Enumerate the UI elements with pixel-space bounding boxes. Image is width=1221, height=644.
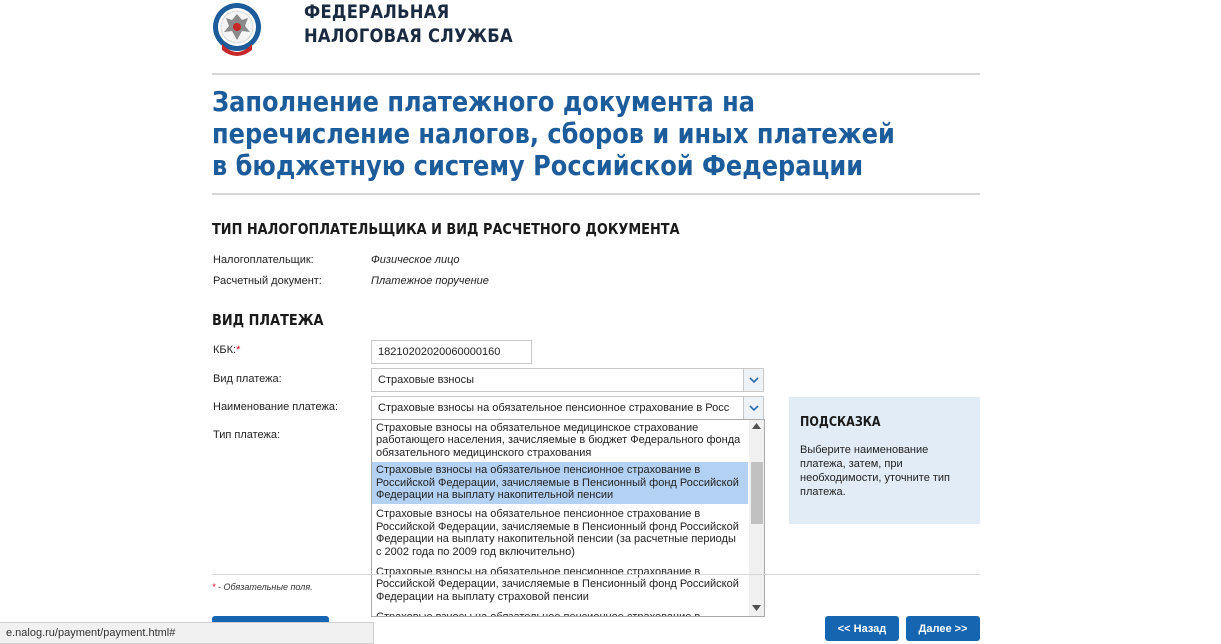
page-title: Заполнение платежного документа на переч… <box>212 85 895 182</box>
scroll-up-arrow-icon[interactable] <box>752 423 761 429</box>
dropdown-option[interactable]: Страховые взносы на обязательное пенсион… <box>372 561 748 606</box>
divider <box>212 193 980 195</box>
payer-value: Физическое лицо <box>371 254 460 266</box>
org-name: ФЕДЕРАЛЬНАЯ НАЛОГОВАЯ СЛУЖБА <box>304 0 513 48</box>
dropdown-option[interactable]: Страховые взносы на обязательное пенсион… <box>372 504 748 561</box>
payment-section-heading: ВИД ПЛАТЕЖА <box>212 311 324 329</box>
status-bar-url: e.nalog.ru/payment/payment.html# <box>0 622 374 644</box>
payment-kind-label: Тип платежа: <box>213 429 281 441</box>
payment-name-dropdown-button[interactable] <box>743 396 764 420</box>
kbk-label: КБК:* <box>213 344 240 356</box>
payment-type-dropdown-button[interactable] <box>743 368 764 392</box>
kbk-input[interactable]: 18210202020060000160 <box>371 340 532 364</box>
taxpayer-section-heading: ТИП НАЛОГОПЛАТЕЛЬЩИКА И ВИД РАСЧЕТНОГО Д… <box>212 220 680 238</box>
hint-title: ПОДСКАЗКА <box>800 415 881 430</box>
dropdown-option[interactable]: Страховые взносы на обязательное пенсион… <box>372 606 748 616</box>
chevron-down-icon <box>748 376 759 383</box>
required-note: * - Обязательные поля. <box>212 582 313 592</box>
kbk-label-text: КБК: <box>213 344 237 356</box>
payer-label: Налогоплательщик: <box>213 254 314 266</box>
dropdown-option-selected[interactable]: Страховые взносы на обязательное пенсион… <box>372 462 748 505</box>
required-note-text: - Обязательные поля. <box>218 582 313 592</box>
next-button[interactable]: Далее >> <box>906 616 980 641</box>
back-button[interactable]: << Назад <box>825 616 899 641</box>
hint-text: Выберите наименование платежа, затем, пр… <box>800 444 951 498</box>
dropdown-option[interactable]: Страховые взносы на обязательное медицин… <box>372 420 748 462</box>
payment-type-select[interactable]: Страховые взносы <box>371 368 744 392</box>
divider <box>212 73 980 75</box>
chevron-down-icon <box>748 404 759 411</box>
org-name-line2: НАЛОГОВАЯ СЛУЖБА <box>304 25 513 47</box>
org-name-line1: ФЕДЕРАЛЬНАЯ <box>304 1 450 23</box>
dropdown-scrollbar-thumb[interactable] <box>751 462 763 524</box>
doc-value: Платежное поручение <box>371 275 489 287</box>
payment-name-select[interactable]: Страховые взносы на обязательное пенсион… <box>371 396 744 420</box>
payment-type-label: Вид платежа: <box>213 373 282 385</box>
scroll-down-arrow-icon[interactable] <box>752 605 761 611</box>
doc-label: Расчетный документ: <box>213 275 322 287</box>
required-mark: * <box>212 582 216 592</box>
required-mark: * <box>236 344 241 356</box>
payment-name-dropdown-list[interactable]: Страховые взносы на обязательное медицин… <box>371 419 765 617</box>
divider <box>212 574 980 575</box>
payment-name-label: Наименование платежа: <box>213 401 339 413</box>
fns-emblem-logo <box>213 3 261 56</box>
